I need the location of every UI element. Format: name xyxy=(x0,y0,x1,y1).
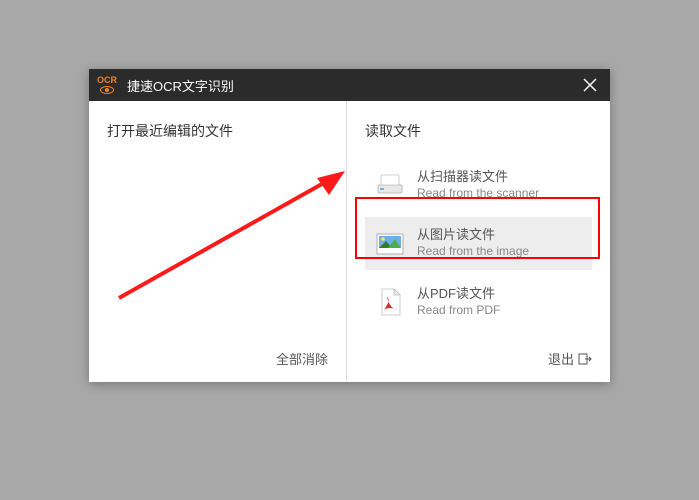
window-title: 捷速OCR文字识别 xyxy=(127,76,578,95)
recent-files-panel: 打开最近编辑的文件 全部消除 xyxy=(89,101,347,382)
exit-link[interactable]: 退出 xyxy=(365,349,592,368)
read-from-pdf-option[interactable]: 从PDF读文件 Read from PDF xyxy=(365,276,592,328)
option-subtitle: Read from PDF xyxy=(417,303,582,319)
read-from-scanner-option[interactable]: 从扫描器读文件 Read from the scanner xyxy=(365,159,592,211)
option-title: 从图片读文件 xyxy=(417,227,582,244)
dialog-content: 打开最近编辑的文件 全部消除 读取文件 从扫描器读文件 xyxy=(89,101,610,382)
scanner-icon xyxy=(375,170,405,200)
image-icon xyxy=(375,229,405,259)
option-title: 从PDF读文件 xyxy=(417,286,582,303)
titlebar: OCR 捷速OCR文字识别 xyxy=(89,69,610,101)
logo-text: OCR xyxy=(97,76,117,85)
close-button[interactable] xyxy=(578,73,602,97)
exit-icon xyxy=(578,353,592,365)
recent-files-title: 打开最近编辑的文件 xyxy=(107,121,328,141)
option-subtitle: Read from the scanner xyxy=(417,186,582,202)
read-from-image-option[interactable]: 从图片读文件 Read from the image xyxy=(365,217,592,269)
option-title: 从扫描器读文件 xyxy=(417,169,582,186)
ocr-dialog: OCR 捷速OCR文字识别 打开最近编辑的文件 全部消除 读取文件 xyxy=(89,69,610,382)
close-icon xyxy=(583,78,597,92)
read-options-list: 从扫描器读文件 Read from the scanner xyxy=(365,159,592,349)
read-file-title: 读取文件 xyxy=(365,121,592,141)
eye-icon xyxy=(100,86,114,94)
read-file-panel: 读取文件 从扫描器读文件 Read from the scanner xyxy=(347,101,610,382)
clear-all-link[interactable]: 全部消除 xyxy=(107,349,328,368)
app-logo: OCR xyxy=(97,76,117,94)
option-subtitle: Read from the image xyxy=(417,244,582,260)
pdf-icon xyxy=(375,287,405,317)
